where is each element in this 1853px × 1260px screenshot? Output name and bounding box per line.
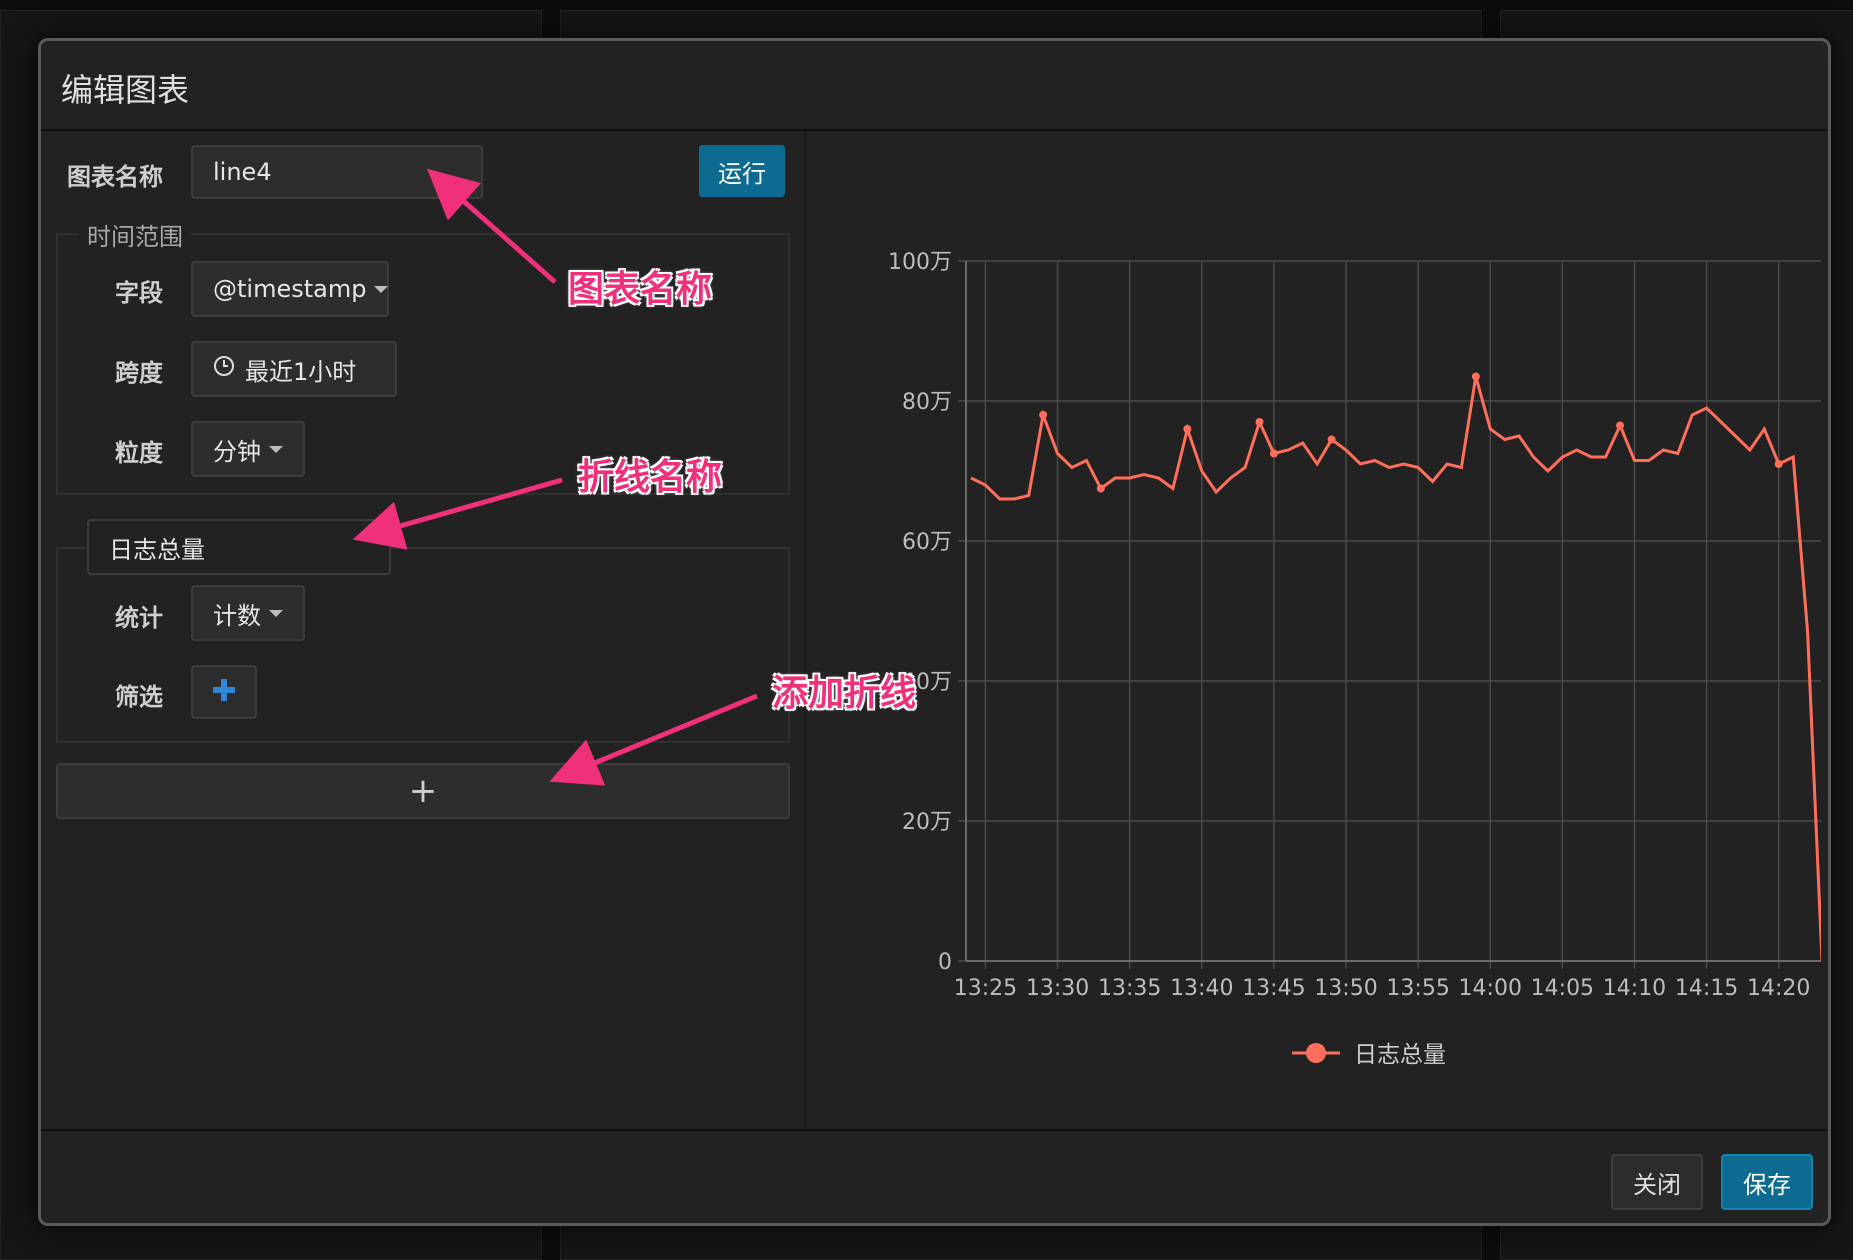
- annotation-line-name: 折线名称: [578, 457, 723, 498]
- arrow-line-name: [352, 477, 563, 550]
- annotation-arrows: [352, 168, 758, 786]
- annotation-add-line: 添加折线: [772, 673, 917, 714]
- annotation-chart-name: 图表名称: [568, 269, 713, 310]
- arrow-add-line: [549, 693, 758, 786]
- arrow-chart-name: [427, 168, 557, 284]
